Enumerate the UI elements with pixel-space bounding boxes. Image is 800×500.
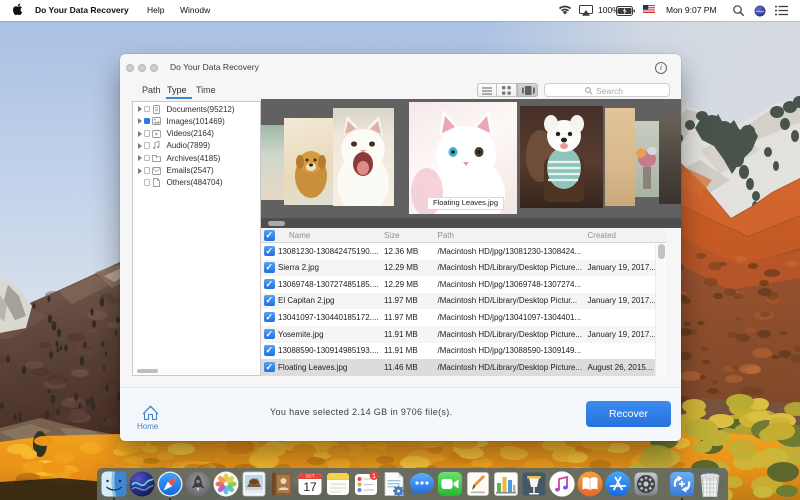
svg-text:1: 1 <box>372 473 376 480</box>
svg-text:OCT: OCT <box>305 474 314 479</box>
svg-text:17: 17 <box>303 480 317 494</box>
